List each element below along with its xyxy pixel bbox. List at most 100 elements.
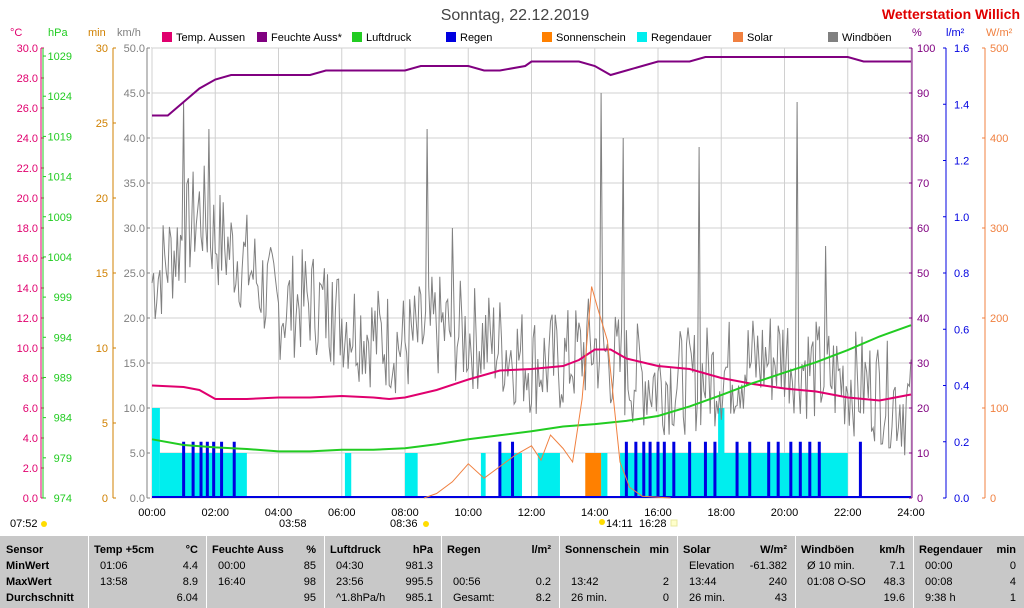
duration_min-tick-label: 20 — [96, 193, 108, 205]
stats-time: 26 min. — [571, 592, 608, 604]
stats-row: 26 min. 43 — [677, 590, 795, 606]
rain_lm2-tick-label: 0.2 — [954, 437, 969, 449]
stats-time: 00:56 — [453, 576, 481, 588]
temp_c-tick-label: 8.0 — [23, 373, 38, 385]
stats-value: 1 — [1009, 592, 1016, 604]
stats-row: 95 — [206, 590, 324, 606]
temp_c-tick-label: 18.0 — [17, 223, 38, 235]
stats-row: 19.6 — [795, 590, 913, 606]
stats-row-label: MaxWert — [6, 576, 52, 588]
stats-row: Ø 10 min. 7.1 — [795, 558, 913, 574]
stats-title: Feuchte Auss — [212, 544, 284, 556]
stats-section: Sonnenschein min 13:42 2 26 min. 0 — [559, 536, 677, 608]
regen-bar — [672, 441, 676, 498]
rain_lm2-tick-label: 0.4 — [954, 381, 969, 393]
humidity_pct-tick-label: 30 — [917, 358, 929, 370]
stats-divider — [206, 536, 207, 608]
rain_lm2-tick-label: 0.8 — [954, 268, 969, 280]
stats-time: 13:42 — [571, 576, 599, 588]
duration_min-tick-label: 0 — [102, 493, 108, 505]
stats-row: 23:56 995.5 — [324, 574, 441, 590]
sunset-label: 16:28 — [639, 518, 667, 530]
sunrise-label: 08:36 — [390, 518, 418, 530]
stats-section: Windböen km/h Ø 10 min. 7.1 01:08 O-SO 48.3 19… — [795, 536, 913, 608]
legend-label: Regen — [460, 32, 492, 44]
stats-unit: min — [649, 544, 669, 556]
solar_wm2-tick-label: 300 — [990, 223, 1008, 235]
legend-label: Feuchte Auss* — [271, 32, 343, 44]
stats-section: Temp +5cm °C 01:06 4.4 13:58 8.9 6.04 — [88, 536, 206, 608]
wind_kmh-tick-label: 45.0 — [124, 88, 145, 100]
legend-swatch — [637, 32, 647, 42]
stats-row — [441, 558, 559, 574]
regen-bar — [767, 441, 771, 498]
pressure_hpa-tick-label: 979 — [54, 453, 72, 465]
x-tick-label: 20:00 — [771, 507, 799, 519]
stats-section: Sensor MinWert MaxWert Durchschnitt — [0, 536, 88, 608]
humidity_pct-tick-label: 90 — [917, 88, 929, 100]
stats-value: 0.2 — [535, 576, 551, 588]
stats-title: Luftdruck — [330, 544, 381, 556]
stats-value: 95 — [303, 592, 316, 604]
stats-unit: % — [306, 544, 316, 556]
temp_c-tick-label: 28.0 — [17, 73, 38, 85]
pressure_hpa-tick-label: 989 — [54, 372, 72, 384]
regen-bar — [748, 441, 752, 498]
pressure_hpa-tick-label: 1029 — [48, 51, 72, 63]
rain_lm2-tick-label: 1.4 — [954, 99, 969, 111]
unit-kmh: km/h — [117, 27, 141, 39]
regen-bar — [642, 441, 646, 498]
regendauer-bar — [405, 453, 418, 498]
regen-bar — [662, 441, 666, 498]
temp_c-tick-label: 24.0 — [17, 133, 38, 145]
x-tick-label: 02:00 — [201, 507, 229, 519]
regen-bar — [789, 441, 793, 498]
regen-bar — [191, 441, 195, 498]
legend-label: Sonnenschein — [556, 32, 626, 44]
humidity_pct-tick-label: 60 — [917, 223, 929, 235]
stats-unit: min — [996, 544, 1016, 556]
stats-time: 9:38 h — [925, 592, 956, 604]
x-tick-label: 12:00 — [518, 507, 546, 519]
rain_lm2-tick-label: 0.0 — [954, 493, 969, 505]
stats-row-label: MinWert — [6, 560, 50, 572]
solar_wm2-tick-label: 500 — [990, 43, 1008, 55]
legend-label: Windböen — [842, 32, 892, 44]
stats-value: 4.4 — [182, 560, 198, 572]
chart-legend: Temp. Aussen Feuchte Auss* Luftdruck Regen S… — [162, 32, 892, 44]
stats-row: 6.04 — [88, 590, 206, 606]
stats-header: Solar W/m² — [677, 542, 795, 558]
stats-value: 8.9 — [182, 576, 198, 588]
stats-row-label: Durchschnitt — [6, 592, 74, 604]
humidity_pct-tick-label: 80 — [917, 133, 929, 145]
regendauer-bar — [718, 408, 725, 498]
temp_c-tick-label: 20.0 — [17, 193, 38, 205]
stats-value: 981.3 — [405, 560, 433, 572]
stats-time: Ø 10 min. — [807, 560, 855, 572]
regen-bar — [817, 441, 821, 498]
stats-title: Windböen — [801, 544, 855, 556]
stats-section: Regendauer min 00:00 0 00:08 4 9:38 h 1 — [913, 536, 1024, 608]
stats-unit: hPa — [412, 544, 433, 556]
stats-section: Solar W/m² Elevation -61.382 13:44 240 26 min.… — [677, 536, 795, 608]
unit-wm2: W/m² — [986, 27, 1013, 39]
stats-value: 6.04 — [176, 592, 198, 604]
stats-title: Solar — [683, 544, 711, 556]
stats-header: Feuchte Auss% — [206, 542, 324, 558]
temp_c-tick-label: 16.0 — [17, 253, 38, 265]
humidity_pct-tick-label: 20 — [917, 403, 929, 415]
regen-bar — [232, 441, 236, 498]
stats-row: 01:06 4.4 — [88, 558, 206, 574]
x-tick-label: 10:00 — [454, 507, 482, 519]
wind_kmh-tick-label: 0.0 — [130, 493, 145, 505]
stats-row: Elevation -61.382 — [677, 558, 795, 574]
weather-chart: 00:00 02:00 04:00 06:00 08:00 10:00 12:00 14:00… — [10, 6, 1020, 530]
stats-row: MaxWert — [0, 574, 88, 590]
stats-row: ^1.8hPa/h 985.1 — [324, 590, 441, 606]
stats-time: Gesamt: — [453, 592, 495, 604]
regen-bar — [735, 441, 739, 498]
stats-row: 16:40 98 — [206, 574, 324, 590]
legend-swatch — [162, 32, 172, 42]
regen-bar — [212, 441, 216, 498]
stats-time: 00:00 — [925, 560, 953, 572]
